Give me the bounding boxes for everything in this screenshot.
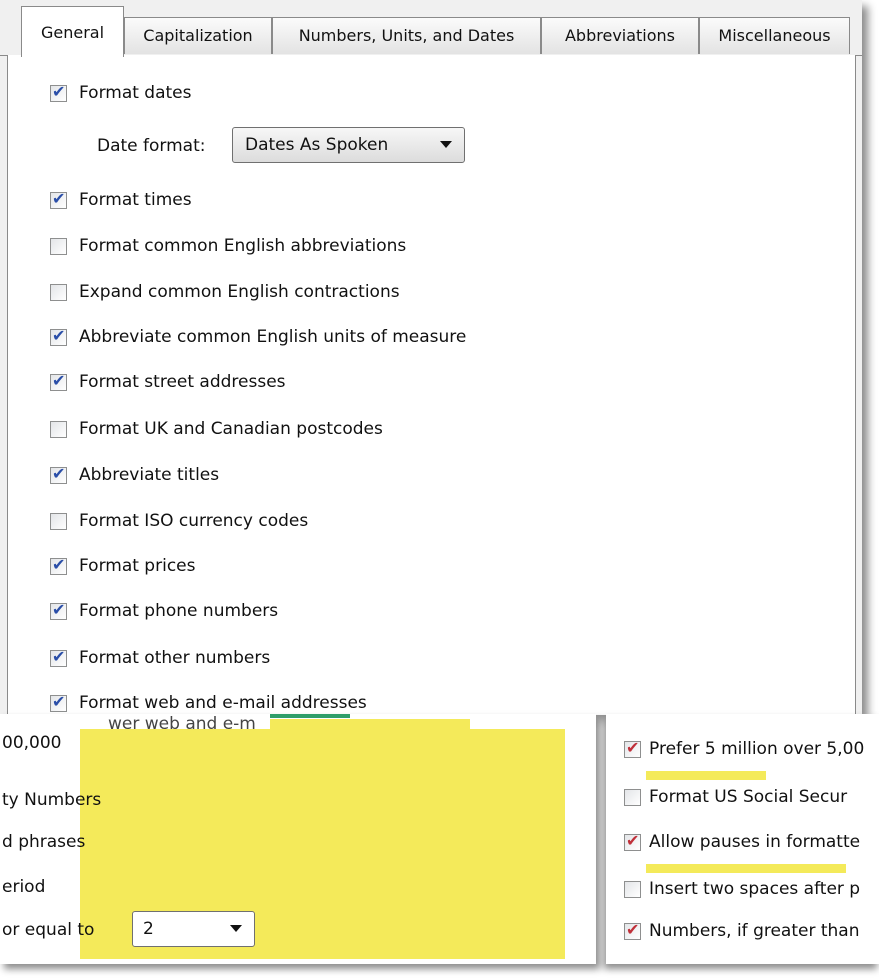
check-icon: ✔ bbox=[52, 463, 66, 483]
fragment-line: or equal to bbox=[2, 920, 95, 940]
numbers-greater-than-option[interactable]: ✔ Numbers, if greater than bbox=[624, 918, 860, 944]
format-street-addresses-label: Format street addresses bbox=[79, 372, 286, 392]
yellow-highlight-strip bbox=[646, 864, 846, 873]
threshold-value: 2 bbox=[143, 919, 154, 939]
check-icon: ✔ bbox=[52, 370, 66, 390]
format-currency-codes-label: Format ISO currency codes bbox=[79, 511, 309, 531]
fragment-line: 00,000 bbox=[2, 733, 62, 753]
format-street-addresses-option[interactable]: ✔ Format street addresses bbox=[50, 369, 286, 395]
check-icon: ✔ bbox=[52, 599, 66, 619]
format-street-addresses-checkbox[interactable]: ✔ bbox=[50, 370, 67, 391]
date-format-value: Dates As Spoken bbox=[245, 135, 389, 155]
format-other-numbers-label: Format other numbers bbox=[79, 648, 271, 668]
fragment-line: eriod bbox=[2, 877, 46, 897]
date-format-dropdown[interactable]: Dates As Spoken bbox=[232, 127, 465, 163]
format-other-numbers-checkbox[interactable]: ✔ bbox=[50, 646, 67, 667]
tab-capitalization[interactable]: Capitalization bbox=[124, 17, 272, 54]
insert-two-spaces-label: Insert two spaces after p bbox=[649, 879, 861, 899]
format-web-addresses-label: Format web and e-mail addresses bbox=[79, 693, 367, 713]
format-prices-checkbox[interactable]: ✔ bbox=[50, 554, 67, 575]
torn-fragment-right: ✔ Prefer 5 million over 5,00 Format US S… bbox=[606, 714, 879, 964]
torn-fragment-left: wer web and e-m 00,000 ty Numbers d phra… bbox=[0, 714, 596, 964]
insert-two-spaces-checkbox[interactable] bbox=[624, 880, 641, 898]
check-icon: ✔ bbox=[626, 737, 640, 757]
check-icon: ✔ bbox=[52, 325, 66, 345]
format-phone-numbers-checkbox[interactable]: ✔ bbox=[50, 599, 67, 620]
allow-pauses-checkbox[interactable]: ✔ bbox=[624, 830, 641, 851]
format-times-option[interactable]: ✔ Format times bbox=[50, 187, 192, 213]
chevron-down-icon bbox=[230, 925, 242, 932]
expand-contractions-option[interactable]: Expand common English contractions bbox=[50, 279, 400, 305]
green-highlight-strip bbox=[270, 714, 350, 718]
format-abbreviations-checkbox[interactable] bbox=[50, 237, 67, 255]
fragment-line: ty Numbers bbox=[2, 790, 102, 810]
check-icon: ✔ bbox=[52, 646, 66, 666]
abbreviate-units-label: Abbreviate common English units of measu… bbox=[79, 327, 467, 347]
tab-bar: General Capitalization Numbers, Units, a… bbox=[0, 0, 862, 57]
format-prices-option[interactable]: ✔ Format prices bbox=[50, 553, 195, 579]
format-ssn-checkbox[interactable] bbox=[624, 788, 641, 806]
abbreviate-units-checkbox[interactable]: ✔ bbox=[50, 325, 67, 346]
threshold-dropdown[interactable]: 2 bbox=[132, 911, 255, 947]
format-phone-numbers-option[interactable]: ✔ Format phone numbers bbox=[50, 598, 278, 624]
chevron-down-icon bbox=[440, 141, 452, 148]
format-postcodes-option[interactable]: Format UK and Canadian postcodes bbox=[50, 416, 383, 442]
format-postcodes-label: Format UK and Canadian postcodes bbox=[79, 419, 383, 439]
check-icon: ✔ bbox=[626, 830, 640, 850]
expand-contractions-checkbox[interactable] bbox=[50, 283, 67, 301]
format-dates-label: Format dates bbox=[79, 83, 192, 103]
prefer-millions-label: Prefer 5 million over 5,00 bbox=[649, 739, 865, 759]
date-format-label: Date format: bbox=[97, 136, 206, 156]
format-times-checkbox[interactable]: ✔ bbox=[50, 188, 67, 209]
format-abbreviations-option[interactable]: Format common English abbreviations bbox=[50, 233, 406, 259]
format-times-label: Format times bbox=[79, 190, 192, 210]
format-postcodes-checkbox[interactable] bbox=[50, 420, 67, 438]
tab-miscellaneous[interactable]: Miscellaneous bbox=[699, 17, 850, 54]
prefer-millions-option[interactable]: ✔ Prefer 5 million over 5,00 bbox=[624, 736, 864, 762]
tab-abbreviations[interactable]: Abbreviations bbox=[541, 17, 699, 54]
format-abbreviations-label: Format common English abbreviations bbox=[79, 236, 407, 256]
allow-pauses-label: Allow pauses in formatte bbox=[649, 832, 861, 852]
abbreviate-titles-option[interactable]: ✔ Abbreviate titles bbox=[50, 462, 219, 488]
check-icon: ✔ bbox=[52, 554, 66, 574]
abbreviate-units-option[interactable]: ✔ Abbreviate common English units of mea… bbox=[50, 324, 466, 350]
format-other-numbers-option[interactable]: ✔ Format other numbers bbox=[50, 645, 270, 671]
format-ssn-option[interactable]: Format US Social Secur bbox=[624, 784, 847, 810]
numbers-greater-than-label: Numbers, if greater than bbox=[649, 921, 860, 941]
format-ssn-label: Format US Social Secur bbox=[649, 787, 848, 807]
tab-general[interactable]: General bbox=[21, 6, 124, 57]
format-phone-numbers-label: Format phone numbers bbox=[79, 601, 279, 621]
format-currency-codes-option[interactable]: Format ISO currency codes bbox=[50, 508, 308, 534]
format-web-addresses-option[interactable]: ✔ Format web and e-mail addresses bbox=[50, 690, 367, 716]
fragment-line: d phrases bbox=[2, 832, 86, 852]
yellow-highlight-strip bbox=[646, 771, 766, 780]
format-dates-option[interactable]: ✔ Format dates bbox=[50, 80, 192, 106]
prefer-millions-checkbox[interactable]: ✔ bbox=[624, 737, 641, 758]
format-currency-codes-checkbox[interactable] bbox=[50, 512, 67, 530]
expand-contractions-label: Expand common English contractions bbox=[79, 282, 400, 302]
check-icon: ✔ bbox=[52, 188, 66, 208]
yellow-highlight-strip bbox=[270, 719, 470, 731]
allow-pauses-option[interactable]: ✔ Allow pauses in formatte bbox=[624, 829, 860, 855]
abbreviate-titles-checkbox[interactable]: ✔ bbox=[50, 463, 67, 484]
format-web-addresses-checkbox[interactable]: ✔ bbox=[50, 691, 67, 712]
insert-two-spaces-option[interactable]: Insert two spaces after p bbox=[624, 876, 860, 902]
cut-text-fragment: wer web and e-m bbox=[108, 714, 256, 734]
check-icon: ✔ bbox=[52, 691, 66, 711]
check-icon: ✔ bbox=[52, 81, 66, 101]
numbers-greater-than-checkbox[interactable]: ✔ bbox=[624, 919, 641, 940]
options-dialog: General Capitalization Numbers, Units, a… bbox=[0, 0, 862, 716]
abbreviate-titles-label: Abbreviate titles bbox=[79, 465, 220, 485]
tab-numbers-units-dates[interactable]: Numbers, Units, and Dates bbox=[272, 17, 541, 54]
format-dates-checkbox[interactable]: ✔ bbox=[50, 81, 67, 102]
format-prices-label: Format prices bbox=[79, 556, 196, 576]
check-icon: ✔ bbox=[626, 919, 640, 939]
